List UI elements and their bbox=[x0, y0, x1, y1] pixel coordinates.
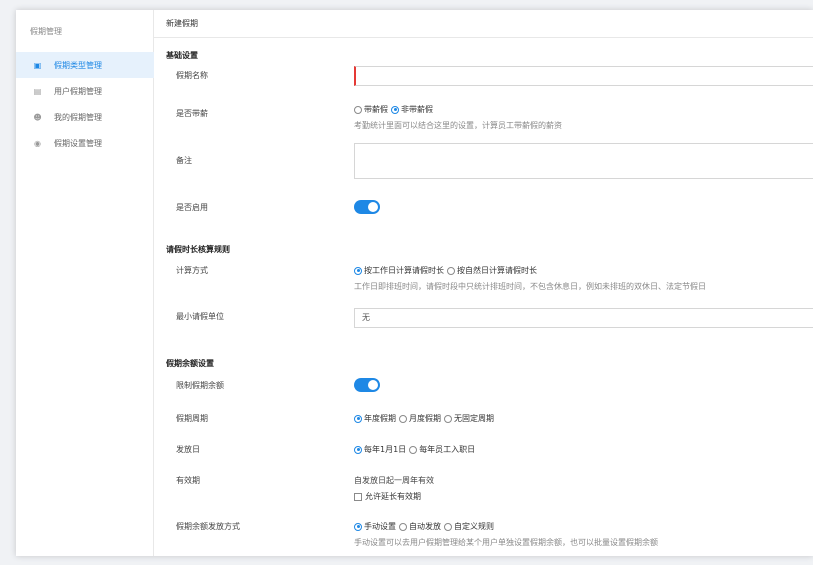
leave-name-input[interactable] bbox=[354, 66, 813, 86]
calc-method-hint: 工作日即排班时间，请假时段中只统计排班时间，不包含休息日，例如未排班的双休日、法… bbox=[354, 282, 706, 291]
enabled-toggle[interactable] bbox=[354, 200, 380, 214]
issue-option-hire-date[interactable]: 每年员工入职日 bbox=[409, 444, 475, 455]
radio-checked-icon bbox=[354, 522, 362, 531]
sidebar-item-label: 我的假期管理 bbox=[54, 112, 102, 122]
cycle-options: 年度假期 月度假期 无固定周期 bbox=[354, 413, 497, 424]
issue-option-jan1[interactable]: 每年1月1日 bbox=[354, 444, 406, 455]
min-unit-select[interactable]: 无 bbox=[354, 308, 813, 328]
enabled-label: 是否启用 bbox=[176, 203, 208, 212]
calc-method-label: 计算方式 bbox=[176, 266, 208, 275]
radio-icon bbox=[399, 414, 407, 423]
paid-label: 是否带薪 bbox=[176, 109, 208, 118]
limit-balance-label: 限制假期余额 bbox=[176, 381, 224, 390]
main-panel: 新建假期 基础设置 假期名称 是否带薪 带薪假 非带薪假 考勤统计里面可以结合这… bbox=[154, 10, 813, 556]
issue-method-manual[interactable]: 手动设置 bbox=[354, 521, 396, 532]
issue-method-custom[interactable]: 自定义规则 bbox=[444, 521, 494, 532]
remark-label: 备注 bbox=[176, 156, 192, 165]
remark-textarea[interactable] bbox=[354, 143, 813, 179]
sidebar: 假期管理 ▣ 假期类型管理 ▤ 用户假期管理 ☻ 我的假期管理 ◉ 假期设置管理 bbox=[16, 10, 154, 556]
cycle-label: 假期周期 bbox=[176, 414, 208, 423]
page-title: 新建假期 bbox=[154, 10, 813, 38]
validity-label: 有效期 bbox=[176, 476, 200, 485]
calendar-user-icon: ▤ bbox=[33, 86, 42, 96]
cycle-option-yearly[interactable]: 年度假期 bbox=[354, 413, 396, 424]
sidebar-item-label: 假期设置管理 bbox=[54, 138, 102, 148]
leave-name-label: 假期名称 bbox=[176, 71, 208, 80]
section-title-balance: 假期余额设置 bbox=[166, 359, 214, 368]
validity-block: 自发放日起一周年有效 允许延长有效期 bbox=[354, 475, 434, 502]
radio-checked-icon bbox=[354, 266, 362, 275]
radio-icon bbox=[447, 266, 455, 275]
validity-text: 自发放日起一周年有效 bbox=[354, 476, 434, 485]
cycle-option-monthly[interactable]: 月度假期 bbox=[399, 413, 441, 424]
sidebar-item-label: 假期类型管理 bbox=[54, 60, 102, 70]
paid-option-paid[interactable]: 带薪假 bbox=[354, 104, 388, 115]
min-unit-label: 最小请假单位 bbox=[176, 312, 224, 321]
sidebar-item-my-leave[interactable]: ☻ 我的假期管理 bbox=[16, 104, 154, 130]
section-title-basic: 基础设置 bbox=[166, 51, 198, 60]
radio-checked-icon bbox=[354, 445, 362, 454]
radio-checked-icon bbox=[354, 414, 362, 423]
cycle-option-none[interactable]: 无固定周期 bbox=[444, 413, 494, 424]
extend-validity-checkbox[interactable]: 允许延长有效期 bbox=[354, 491, 434, 502]
sidebar-item-leave-settings[interactable]: ◉ 假期设置管理 bbox=[16, 130, 154, 156]
calc-option-workday[interactable]: 按工作日计算请假时长 bbox=[354, 265, 444, 276]
sidebar-item-user-leave[interactable]: ▤ 用户假期管理 bbox=[16, 78, 154, 104]
sidebar-title: 假期管理 bbox=[30, 27, 62, 36]
radio-icon bbox=[409, 445, 418, 454]
sidebar-item-leave-types[interactable]: ▣ 假期类型管理 bbox=[16, 52, 154, 78]
issue-day-options: 每年1月1日 每年员工入职日 bbox=[354, 444, 478, 455]
section-title-rules: 请假时长核算规则 bbox=[166, 245, 230, 254]
radio-icon bbox=[354, 105, 362, 114]
paid-hint: 考勤统计里面可以结合这里的设置，计算员工带薪假的薪资 bbox=[354, 121, 562, 130]
sidebar-nav: ▣ 假期类型管理 ▤ 用户假期管理 ☻ 我的假期管理 ◉ 假期设置管理 bbox=[16, 52, 154, 156]
radio-checked-icon bbox=[391, 105, 399, 114]
paid-options: 带薪假 非带薪假 考勤统计里面可以结合这里的设置，计算员工带薪假的薪资 bbox=[354, 104, 562, 131]
radio-icon bbox=[444, 522, 452, 531]
issue-method-label: 假期余额发放方式 bbox=[176, 522, 240, 531]
calc-option-natural-day[interactable]: 按自然日计算请假时长 bbox=[447, 265, 537, 276]
issue-method-auto[interactable]: 自动发放 bbox=[399, 521, 441, 532]
issue-method-options: 手动设置 自动发放 自定义规则 手动设置可以去用户假期管理给某个用户单独设置假期… bbox=[354, 521, 658, 548]
form-content: 基础设置 假期名称 是否带薪 带薪假 非带薪假 考勤统计里面可以结合这里的设置，… bbox=[154, 38, 813, 556]
checkbox-icon bbox=[354, 492, 362, 501]
radio-icon bbox=[444, 414, 452, 423]
sidebar-item-label: 用户假期管理 bbox=[54, 86, 102, 96]
paid-option-unpaid[interactable]: 非带薪假 bbox=[391, 104, 433, 115]
app-window: 假期管理 ▣ 假期类型管理 ▤ 用户假期管理 ☻ 我的假期管理 ◉ 假期设置管理… bbox=[16, 10, 813, 556]
limit-balance-toggle[interactable] bbox=[354, 378, 380, 392]
calc-method-options: 按工作日计算请假时长 按自然日计算请假时长 工作日即排班时间，请假时段中只统计排… bbox=[354, 265, 706, 292]
issue-day-label: 发放日 bbox=[176, 445, 200, 454]
issue-method-hint: 手动设置可以去用户假期管理给某个用户单独设置假期余额，也可以批量设置假期余额 bbox=[354, 538, 658, 547]
radio-icon bbox=[399, 522, 407, 531]
calendar-icon: ▣ bbox=[33, 60, 42, 70]
settings-icon: ◉ bbox=[34, 138, 41, 148]
user-icon: ☻ bbox=[33, 112, 42, 122]
